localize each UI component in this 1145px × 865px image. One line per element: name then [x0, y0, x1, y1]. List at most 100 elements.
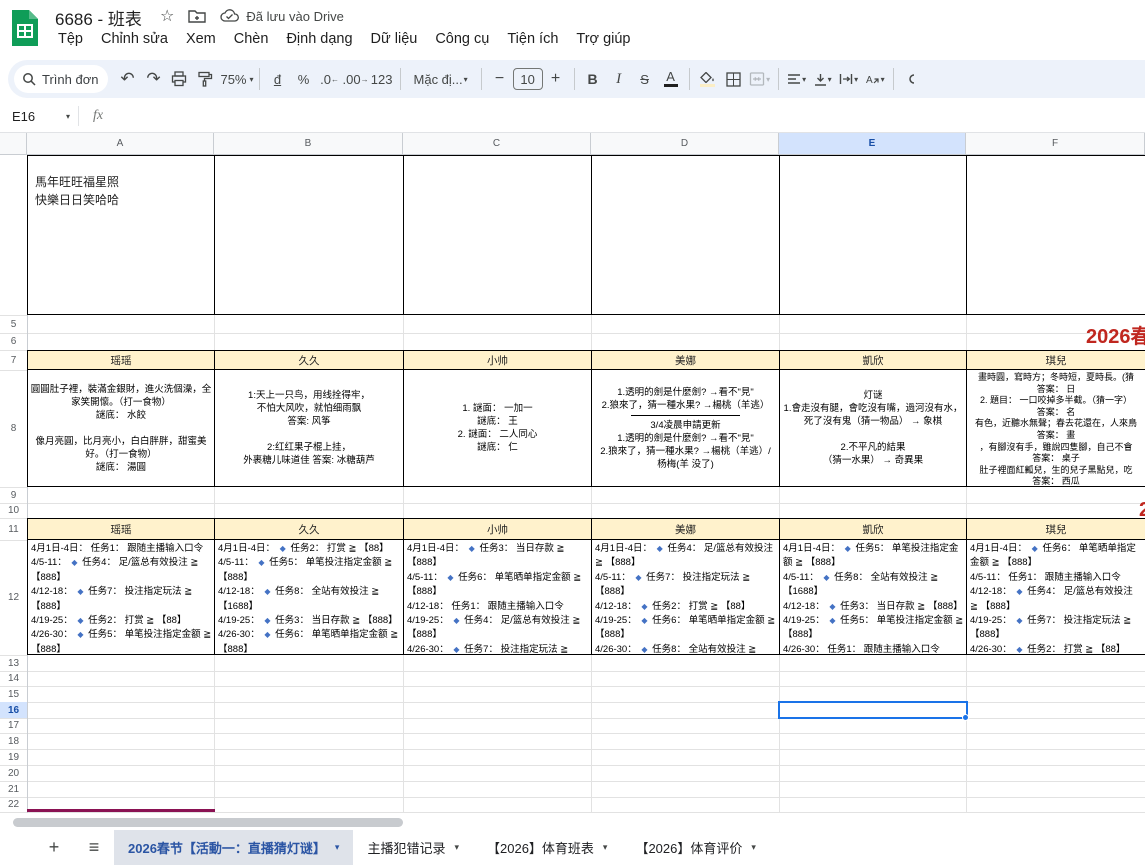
more-formats-button[interactable]: 123 — [369, 66, 395, 92]
select-all-corner[interactable] — [0, 133, 27, 155]
row-header-15[interactable]: 15 — [0, 686, 27, 702]
cell-E11-name[interactable]: 凱欣 — [780, 519, 967, 539]
cell-C1[interactable] — [404, 156, 592, 314]
cell-F12-tasks[interactable]: 4月1日-4日： ◆ 任务6： 单笔晒单指定金额 ≧ 【888】4/5-11： … — [967, 540, 1145, 654]
cell-F8-riddle[interactable]: 畫時圓，寫時方；冬時短，夏時長。(猜答案： 日2. 題目： 一口咬掉多半截。（猜… — [967, 370, 1145, 486]
increase-decimal-button[interactable]: .00→ — [343, 66, 369, 92]
strikethrough-button[interactable]: S — [632, 66, 658, 92]
cell-E1[interactable] — [780, 156, 967, 314]
cell-E8-riddle[interactable]: 灯谜1.會走沒有腿，會吃沒有嘴，過河沒有水，死了沒有鬼（猜一物品） → 象棋 2… — [780, 370, 967, 486]
sheets-logo-icon[interactable] — [10, 8, 40, 48]
format-percent-button[interactable]: % — [291, 66, 317, 92]
redo-button[interactable]: ↷ — [140, 66, 166, 92]
cell-E12-tasks[interactable]: 4月1日-4日： ◆ 任务5： 单笔投注指定金额 ≧ 【888】4/5-11： … — [780, 540, 967, 654]
save-status[interactable]: Đã lưu vào Drive — [220, 9, 344, 24]
cell-A8-riddle[interactable]: 圓圓肚子裡，裝滿金銀財，進火洗個澡，全家笑開懷。（打一食物）謎底： 水餃 像月亮… — [28, 370, 215, 486]
col-header-F[interactable]: F — [966, 133, 1145, 155]
menu-search-button[interactable]: Trình đơn — [14, 65, 108, 93]
row-header-21[interactable]: 21 — [0, 781, 27, 797]
sheet-tab-active[interactable]: 2026春节【活動一：直播猜灯谜】 ▾ — [114, 830, 353, 865]
undo-button[interactable]: ↶ — [114, 66, 140, 92]
cell-B12-tasks[interactable]: 4月1日-4日： ◆ 任务2： 打赏 ≧ 【88】4/5-11： ◆ 任务5： … — [215, 540, 404, 654]
cell-F1[interactable] — [967, 156, 1145, 314]
zoom-select[interactable]: 75%▾ — [218, 66, 253, 92]
row-header-11[interactable]: 11 — [0, 518, 27, 540]
fill-handle[interactable] — [962, 714, 969, 721]
row-header-7[interactable]: 7 — [0, 350, 27, 370]
menu-file[interactable]: Tệp — [50, 28, 91, 50]
print-button[interactable] — [166, 66, 192, 92]
cell-D12-tasks[interactable]: 4月1日-4日： ◆ 任务4： 足/篮总有效投注 ≧ 【888】4/5-11： … — [592, 540, 780, 654]
cell-D1[interactable] — [592, 156, 780, 314]
horizontal-scrollbar-thumb[interactable] — [13, 818, 403, 827]
menu-tools[interactable]: Công cụ — [427, 28, 497, 50]
row-header-19[interactable]: 19 — [0, 749, 27, 765]
row-header-12[interactable]: 12 — [0, 540, 27, 655]
col-header-B[interactable]: B — [214, 133, 403, 155]
cell-A1-greeting[interactable]: 馬年旺旺福星照快樂日日笑哈哈 — [28, 156, 215, 314]
cell-B1[interactable] — [215, 156, 404, 314]
menu-help[interactable]: Trợ giúp — [568, 28, 638, 50]
cell-C8-riddle[interactable]: 1. 謎面： 一加一謎底： 王2. 謎面： 二人同心謎底： 仁 — [404, 370, 592, 486]
sheet-tab-3[interactable]: 【2026】体育评价 ▾ — [621, 830, 769, 865]
font-size-input[interactable]: 10 — [513, 68, 543, 90]
cell-B7-name[interactable]: 久久 — [215, 351, 404, 369]
all-sheets-button[interactable]: ≡ — [74, 830, 114, 865]
decrease-font-size-button[interactable]: − — [487, 66, 513, 92]
col-header-A[interactable]: A — [27, 133, 214, 155]
text-wrap-button[interactable]: ▾ — [836, 66, 862, 92]
cell-C7-name[interactable]: 小帅 — [404, 351, 592, 369]
row-header-8[interactable]: 8 — [0, 370, 27, 487]
row-header-6[interactable]: 6 — [0, 333, 27, 350]
cell-C11-name[interactable]: 小帅 — [404, 519, 592, 539]
sheet-tab-1[interactable]: 主播犯错记录 ▾ — [353, 830, 473, 865]
fill-color-button[interactable] — [695, 66, 721, 92]
row-header-16[interactable]: 16 — [0, 702, 27, 718]
row-header-22[interactable]: 22 — [0, 797, 27, 812]
row-header-18[interactable]: 18 — [0, 733, 27, 749]
text-color-button[interactable]: A — [658, 66, 684, 92]
bold-button[interactable]: B — [580, 66, 606, 92]
cell-F7-name[interactable]: 琪兒 — [967, 351, 1145, 369]
decrease-decimal-button[interactable]: .0← — [317, 66, 343, 92]
row-header-20[interactable]: 20 — [0, 765, 27, 781]
borders-button[interactable] — [721, 66, 747, 92]
row-header-10[interactable]: 10 — [0, 503, 27, 518]
increase-font-size-button[interactable]: + — [543, 66, 569, 92]
menu-insert[interactable]: Chèn — [226, 28, 277, 50]
selected-cell-E16[interactable] — [778, 701, 968, 719]
menu-extensions[interactable]: Tiện ích — [499, 28, 566, 50]
formula-input[interactable] — [103, 100, 1145, 132]
insert-link-button[interactable] — [899, 66, 925, 92]
cell-B8-riddle[interactable]: 1:天上一只鸟，用线拴得牢，不怕大风吹，就怕细雨飘答案: 风筝 2:红红果子棍上… — [215, 370, 404, 486]
col-header-D[interactable]: D — [591, 133, 779, 155]
merge-cells-button[interactable]: ▾ — [747, 66, 773, 92]
cell-A12-tasks[interactable]: 4月1日-4日： 任务1： 跟随主播输入口令4/5-11： ◆ 任务4： 足/篮… — [28, 540, 215, 654]
row-header-9[interactable]: 9 — [0, 487, 27, 503]
menu-view[interactable]: Xem — [178, 28, 224, 50]
star-icon[interactable]: ☆ — [160, 6, 174, 26]
col-header-E[interactable]: E — [779, 133, 966, 155]
cell-D11-name[interactable]: 美娜 — [592, 519, 780, 539]
cell-B11-name[interactable]: 久久 — [215, 519, 404, 539]
row-header-13[interactable]: 13 — [0, 655, 27, 671]
cell-D8-riddle[interactable]: 1.透明的劍是什麼劍? →看不"見"2.狼來了，猜一種水果? →楊桃（羊逃）3/… — [592, 370, 780, 486]
row-header-5[interactable]: 5 — [0, 315, 27, 333]
add-sheet-button[interactable]: + — [34, 830, 74, 865]
move-folder-icon[interactable] — [188, 8, 206, 24]
cell-C12-tasks[interactable]: 4月1日-4日： ◆ 任务3： 当日存款 ≧ 【888】4/5-11： ◆ 任务… — [404, 540, 592, 654]
name-box[interactable]: E16 ▾ — [0, 109, 78, 124]
cell-D7-name[interactable]: 美娜 — [592, 351, 780, 369]
row-header-17[interactable]: 17 — [0, 718, 27, 733]
menu-edit[interactable]: Chỉnh sửa — [93, 28, 176, 50]
cell-F11-name[interactable]: 琪兒 — [967, 519, 1145, 539]
document-title[interactable]: 6686 - 班表 — [55, 5, 142, 30]
col-header-C[interactable]: C — [403, 133, 591, 155]
cell-A7-name[interactable]: 瑶瑶 — [28, 351, 215, 369]
horizontal-align-button[interactable]: ▾ — [784, 66, 810, 92]
paint-format-button[interactable] — [192, 66, 218, 92]
cell-A11-name[interactable]: 瑶瑶 — [28, 519, 215, 539]
font-family-select[interactable]: Mặc đị...▾ — [406, 66, 476, 92]
format-currency-button[interactable]: đ — [265, 66, 291, 92]
row-header-14[interactable]: 14 — [0, 671, 27, 686]
